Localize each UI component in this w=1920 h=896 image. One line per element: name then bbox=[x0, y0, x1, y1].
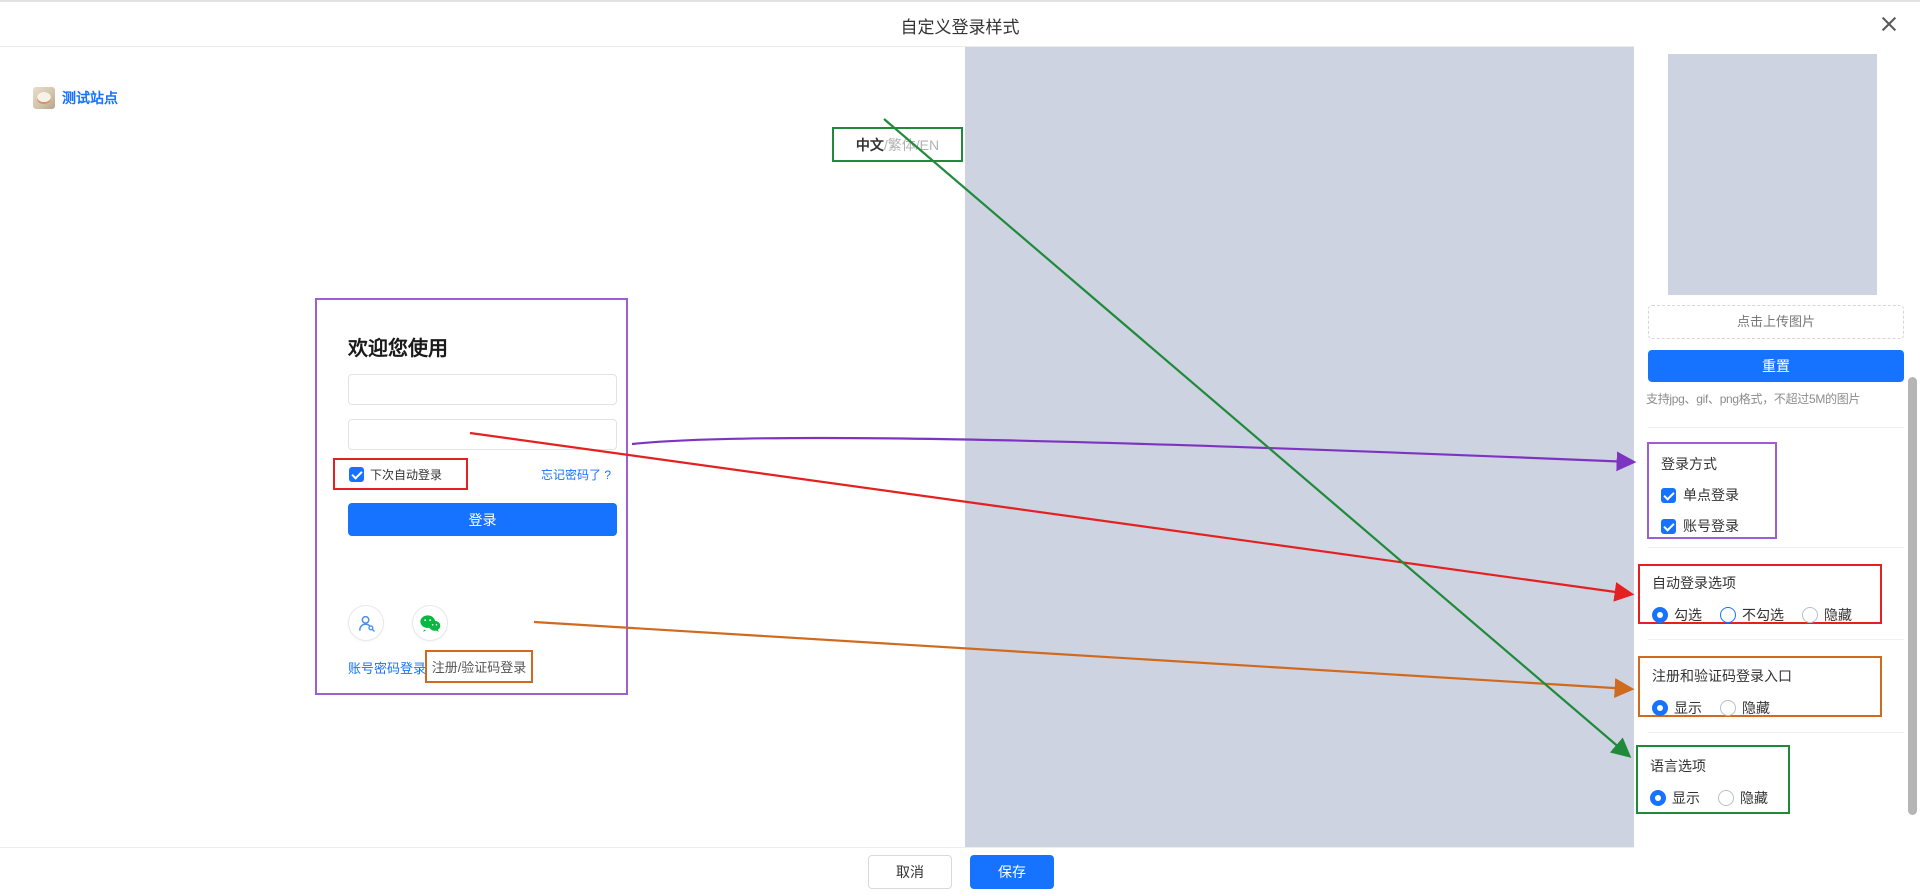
auto-login-option-unchecked[interactable]: 不勾选 bbox=[1720, 605, 1784, 625]
language-option-show[interactable]: 显示 bbox=[1650, 788, 1700, 808]
radio-hide[interactable] bbox=[1718, 790, 1734, 806]
radio-checked[interactable] bbox=[1652, 607, 1668, 623]
radio-hidden[interactable] bbox=[1802, 607, 1818, 623]
save-button[interactable]: 保存 bbox=[970, 855, 1054, 889]
language-option-title: 语言选项 bbox=[1650, 756, 1788, 776]
preview-background-placeholder bbox=[965, 47, 1634, 847]
login-heading: 欢迎您使用 bbox=[348, 332, 448, 361]
site-brand: 测试站点 bbox=[33, 87, 118, 109]
settings-panel: 点击上传图片 重置 支持jpg、gif、png格式，不超过5M的图片 登录方式 … bbox=[1634, 46, 1920, 896]
remember-annotation-box: 下次自动登录 bbox=[333, 458, 468, 490]
radio-unchecked[interactable] bbox=[1720, 607, 1736, 623]
login-button[interactable]: 登录 bbox=[348, 503, 617, 536]
radio-label: 显示 bbox=[1674, 698, 1702, 718]
auto-login-option-hidden[interactable]: 隐藏 bbox=[1802, 605, 1852, 625]
language-switcher[interactable]: 中文/繁体/EN bbox=[832, 127, 963, 162]
divider bbox=[1648, 547, 1904, 548]
reset-button[interactable]: 重置 bbox=[1648, 350, 1904, 382]
language-option-section: 语言选项 显示 隐藏 bbox=[1636, 745, 1790, 814]
account-login-option[interactable]: 账号登录 bbox=[1661, 516, 1775, 536]
language-current[interactable]: 中文 bbox=[856, 135, 884, 155]
auto-login-radio-group: 勾选 不勾选 隐藏 bbox=[1652, 605, 1880, 625]
wechat-icon bbox=[419, 614, 441, 633]
login-methods-section: 登录方式 单点登录 账号登录 bbox=[1647, 442, 1777, 539]
login-card: 欢迎您使用 下次自动登录 忘记密码了 ? 登录 bbox=[315, 298, 628, 695]
cancel-button[interactable]: 取消 bbox=[868, 855, 952, 889]
person-key-icon bbox=[357, 614, 376, 633]
site-logo-icon bbox=[33, 87, 55, 109]
upload-hint: 支持jpg、gif、png格式，不超过5M的图片 bbox=[1646, 390, 1910, 407]
tab-register-code-login[interactable]: 注册/验证码登录 bbox=[432, 657, 527, 676]
radio-label: 隐藏 bbox=[1824, 605, 1852, 625]
radio-label: 隐藏 bbox=[1742, 698, 1770, 718]
social-login-row bbox=[348, 605, 448, 641]
remember-checkbox[interactable] bbox=[349, 467, 364, 482]
account-login-icon[interactable] bbox=[348, 605, 384, 641]
site-name: 测试站点 bbox=[62, 88, 118, 108]
radio-show[interactable] bbox=[1652, 700, 1668, 716]
sso-login-checkbox[interactable] bbox=[1661, 488, 1676, 503]
account-login-checkbox[interactable] bbox=[1661, 519, 1676, 534]
remember-label: 下次自动登录 bbox=[370, 466, 442, 483]
register-tab-annotation-box: 注册/验证码登录 bbox=[425, 650, 533, 683]
register-entry-radio-group: 显示 隐藏 bbox=[1652, 698, 1880, 718]
username-input[interactable] bbox=[348, 374, 617, 405]
sso-login-option[interactable]: 单点登录 bbox=[1661, 485, 1775, 505]
dialog-title: 自定义登录样式 bbox=[0, 13, 1920, 38]
background-image-thumbnail bbox=[1668, 54, 1877, 295]
radio-label: 隐藏 bbox=[1740, 788, 1768, 808]
register-entry-section: 注册和验证码登录入口 显示 隐藏 bbox=[1638, 656, 1882, 717]
radio-label: 勾选 bbox=[1674, 605, 1702, 625]
radio-label: 不勾选 bbox=[1742, 605, 1784, 625]
language-option-radio-group: 显示 隐藏 bbox=[1650, 788, 1788, 808]
account-login-label: 账号登录 bbox=[1683, 516, 1739, 536]
radio-hide[interactable] bbox=[1720, 700, 1736, 716]
auto-login-option-checked[interactable]: 勾选 bbox=[1652, 605, 1702, 625]
divider bbox=[1648, 427, 1904, 428]
customize-login-style-dialog: 自定义登录样式 测试站点 中文/繁体/EN 欢迎您使用 下次自动登录 忘记密码了… bbox=[0, 0, 1920, 896]
divider bbox=[1648, 639, 1904, 640]
register-entry-show[interactable]: 显示 bbox=[1652, 698, 1702, 718]
close-icon[interactable] bbox=[1880, 15, 1898, 33]
login-preview-pane: 测试站点 中文/繁体/EN 欢迎您使用 下次自动登录 忘记密码了 ? 登录 bbox=[0, 47, 1634, 848]
scrollbar-thumb[interactable] bbox=[1908, 377, 1917, 815]
auto-login-section: 自动登录选项 勾选 不勾选 隐藏 bbox=[1638, 564, 1882, 624]
register-entry-title: 注册和验证码登录入口 bbox=[1652, 666, 1880, 686]
forgot-password-link[interactable]: 忘记密码了 ? bbox=[541, 466, 611, 483]
language-option-hide[interactable]: 隐藏 bbox=[1718, 788, 1768, 808]
upload-image-button[interactable]: 点击上传图片 bbox=[1648, 305, 1904, 339]
wechat-login-icon[interactable] bbox=[412, 605, 448, 641]
divider bbox=[1648, 732, 1904, 733]
dialog-header: 自定义登录样式 bbox=[0, 2, 1920, 47]
tab-account-password-login[interactable]: 账号密码登录 bbox=[348, 658, 426, 677]
login-methods-title: 登录方式 bbox=[1661, 454, 1775, 474]
radio-label: 显示 bbox=[1672, 788, 1700, 808]
radio-show[interactable] bbox=[1650, 790, 1666, 806]
language-others[interactable]: /繁体/EN bbox=[884, 135, 939, 155]
auto-login-title: 自动登录选项 bbox=[1652, 573, 1880, 593]
register-entry-hide[interactable]: 隐藏 bbox=[1720, 698, 1770, 718]
sso-login-label: 单点登录 bbox=[1683, 485, 1739, 505]
password-input[interactable] bbox=[348, 419, 617, 450]
